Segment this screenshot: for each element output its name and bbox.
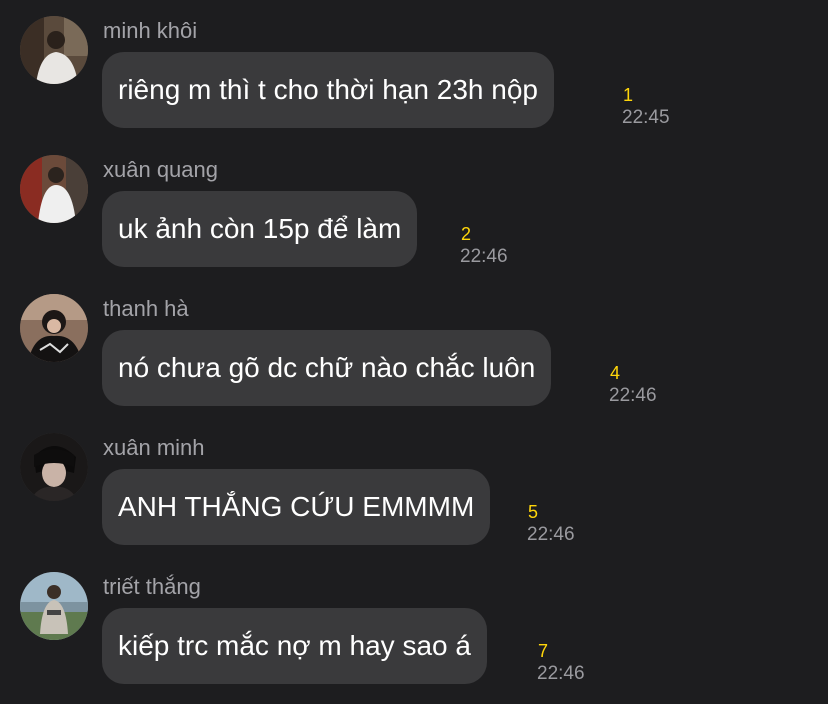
message-timestamp: 22:46 — [537, 663, 585, 684]
avatar-photo-icon — [20, 294, 88, 362]
message-row: xuân quang uk ảnh còn 15p để làm 2 22:46 — [0, 139, 828, 278]
avatar-photo-icon — [20, 16, 88, 84]
read-count-badge: 4 — [610, 363, 621, 383]
message-timestamp: 22:46 — [460, 246, 508, 267]
message-timestamp: 22:46 — [527, 524, 575, 545]
message-meta: 7 22:46 — [537, 642, 585, 685]
message-meta: 5 22:46 — [527, 503, 575, 546]
avatar-photo-icon — [20, 155, 88, 223]
message-bubble[interactable]: riêng m thì t cho thời hạn 23h nộp — [102, 52, 554, 128]
message-bubble[interactable]: uk ảnh còn 15p để làm — [102, 191, 418, 267]
read-count-badge: 2 — [461, 224, 472, 244]
sender-name: xuân minh — [103, 435, 205, 460]
read-count-badge: 5 — [528, 502, 539, 522]
avatar-photo-icon — [20, 433, 88, 501]
message-meta: 4 22:46 — [609, 364, 657, 407]
avatar[interactable] — [20, 155, 88, 223]
chat-thread: minh khôi riêng m thì t cho thời hạn 23h… — [0, 0, 828, 704]
read-count-badge: 7 — [538, 641, 549, 661]
message-meta: 1 22:45 — [622, 86, 670, 129]
message-row: thanh hà nó chưa gõ dc chữ nào chắc luôn… — [0, 278, 828, 417]
message-row: triết thắng kiếp trc mắc nợ m hay sao á … — [0, 556, 828, 695]
sender-name: triết thắng — [103, 574, 201, 599]
sender-name: thanh hà — [103, 296, 189, 321]
sender-name: xuân quang — [103, 157, 218, 182]
message-timestamp: 22:46 — [609, 385, 657, 406]
avatar[interactable] — [20, 294, 88, 362]
message-bubble[interactable]: ANH THẮNG CỨU EMMMM — [102, 469, 491, 545]
message-row: minh khôi riêng m thì t cho thời hạn 23h… — [0, 0, 828, 139]
message-meta: 2 22:46 — [460, 225, 508, 268]
sender-name: minh khôi — [103, 18, 198, 43]
message-bubble[interactable]: kiếp trc mắc nợ m hay sao á — [102, 608, 487, 684]
message-timestamp: 22:45 — [622, 107, 670, 128]
message-bubble[interactable]: nó chưa gõ dc chữ nào chắc luôn — [102, 330, 552, 406]
message-row: xuân minh ANH THẮNG CỨU EMMMM 5 22:46 — [0, 417, 828, 556]
read-count-badge: 1 — [623, 85, 634, 105]
avatar[interactable] — [20, 572, 88, 640]
avatar-photo-icon — [20, 572, 88, 640]
avatar[interactable] — [20, 16, 88, 84]
avatar[interactable] — [20, 433, 88, 501]
